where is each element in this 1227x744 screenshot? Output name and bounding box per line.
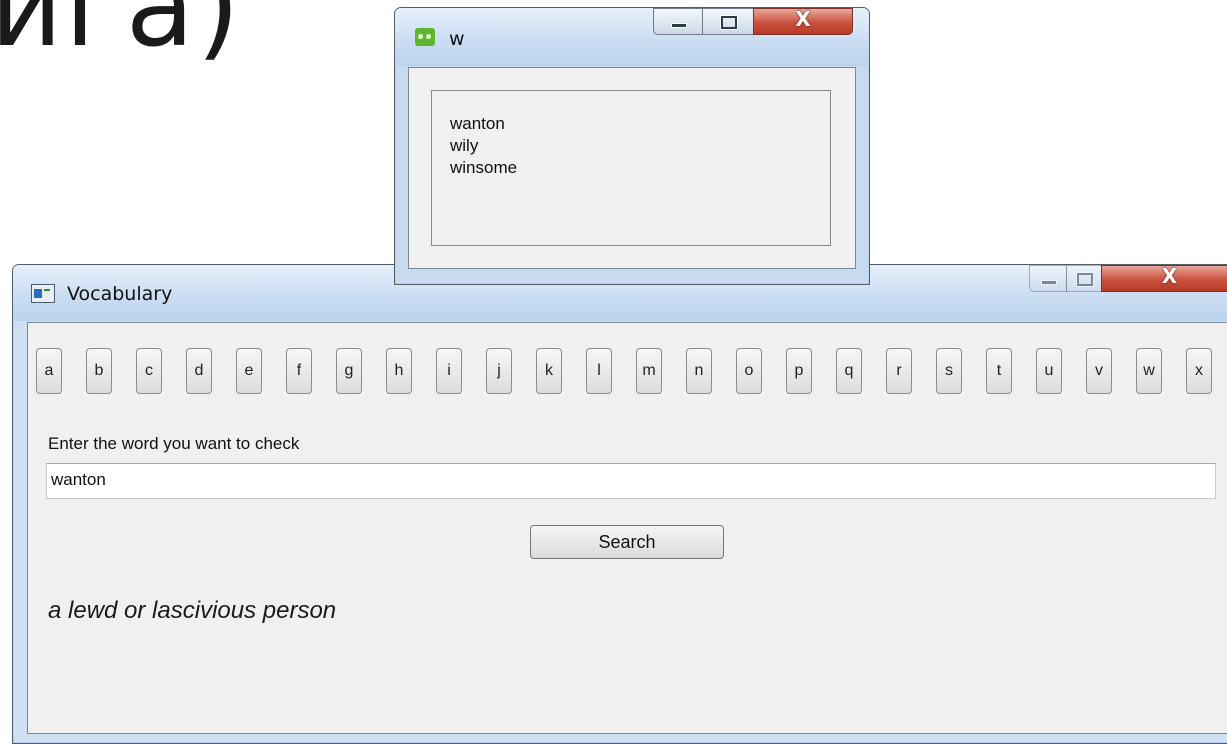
letter-button-v[interactable]: v	[1086, 348, 1112, 394]
minimize-icon	[1041, 280, 1057, 285]
words-title: w	[449, 28, 465, 50]
minimize-icon	[671, 23, 687, 28]
letter-button-c[interactable]: c	[136, 348, 162, 394]
words-client-area: wanton wily winsome	[408, 67, 856, 269]
letter-button-x[interactable]: x	[1186, 348, 1212, 394]
letter-button-g[interactable]: g	[336, 348, 362, 394]
letter-button-s[interactable]: s	[936, 348, 962, 394]
slide-heading-fragment: ига)	[0, 0, 242, 72]
words-titlebar[interactable]: w X	[395, 7, 869, 66]
letter-button-f[interactable]: f	[286, 348, 312, 394]
letter-button-o[interactable]: o	[736, 348, 762, 394]
vocabulary-client-area: a b c d e f g h i j k l m n o p q r s t …	[27, 322, 1227, 734]
letter-button-e[interactable]: e	[236, 348, 262, 394]
letter-button-u[interactable]: u	[1036, 348, 1062, 394]
letter-button-w[interactable]: w	[1136, 348, 1162, 394]
letter-button-q[interactable]: q	[836, 348, 862, 394]
letter-button-k[interactable]: k	[536, 348, 562, 394]
list-item[interactable]: wanton	[450, 114, 505, 134]
app-green-icon	[415, 28, 435, 46]
letter-button-a[interactable]: a	[36, 348, 62, 394]
letter-button-m[interactable]: m	[636, 348, 662, 394]
vocabulary-minimize-button[interactable]	[1029, 265, 1067, 292]
list-item[interactable]: winsome	[450, 158, 517, 178]
vocabulary-title: Vocabulary	[67, 283, 173, 305]
close-icon: X	[1161, 264, 1178, 288]
close-icon: X	[795, 7, 811, 31]
word-list: wanton wily winsome	[431, 90, 831, 246]
letter-button-b[interactable]: b	[86, 348, 112, 394]
letter-button-j[interactable]: j	[486, 348, 512, 394]
definition-text: a lewd or lascivious person	[48, 597, 337, 624]
letter-button-p[interactable]: p	[786, 348, 812, 394]
words-window: w X wanton wily winsome	[394, 7, 870, 285]
search-button[interactable]: Search	[530, 525, 724, 559]
words-maximize-button[interactable]	[702, 8, 754, 35]
letter-button-l[interactable]: l	[586, 348, 612, 394]
maximize-icon	[1076, 272, 1094, 287]
letter-button-t[interactable]: t	[986, 348, 1012, 394]
letter-button-r[interactable]: r	[886, 348, 912, 394]
letter-button-i[interactable]: i	[436, 348, 462, 394]
word-prompt-label: Enter the word you want to check	[48, 434, 300, 453]
letter-button-d[interactable]: d	[186, 348, 212, 394]
letter-button-n[interactable]: n	[686, 348, 712, 394]
vocabulary-window: Vocabulary X a b c d e f g h i j k l m n…	[12, 264, 1227, 744]
word-entry-field[interactable]: wanton	[46, 463, 1216, 499]
maximize-icon	[720, 15, 738, 30]
words-minimize-button[interactable]	[653, 8, 703, 35]
letter-button-h[interactable]: h	[386, 348, 412, 394]
vocabulary-close-button[interactable]: X	[1101, 264, 1227, 292]
words-close-button[interactable]: X	[753, 7, 853, 35]
list-item[interactable]: wily	[450, 136, 478, 156]
vocabulary-maximize-button[interactable]	[1066, 265, 1102, 292]
app-window-icon	[31, 284, 55, 303]
